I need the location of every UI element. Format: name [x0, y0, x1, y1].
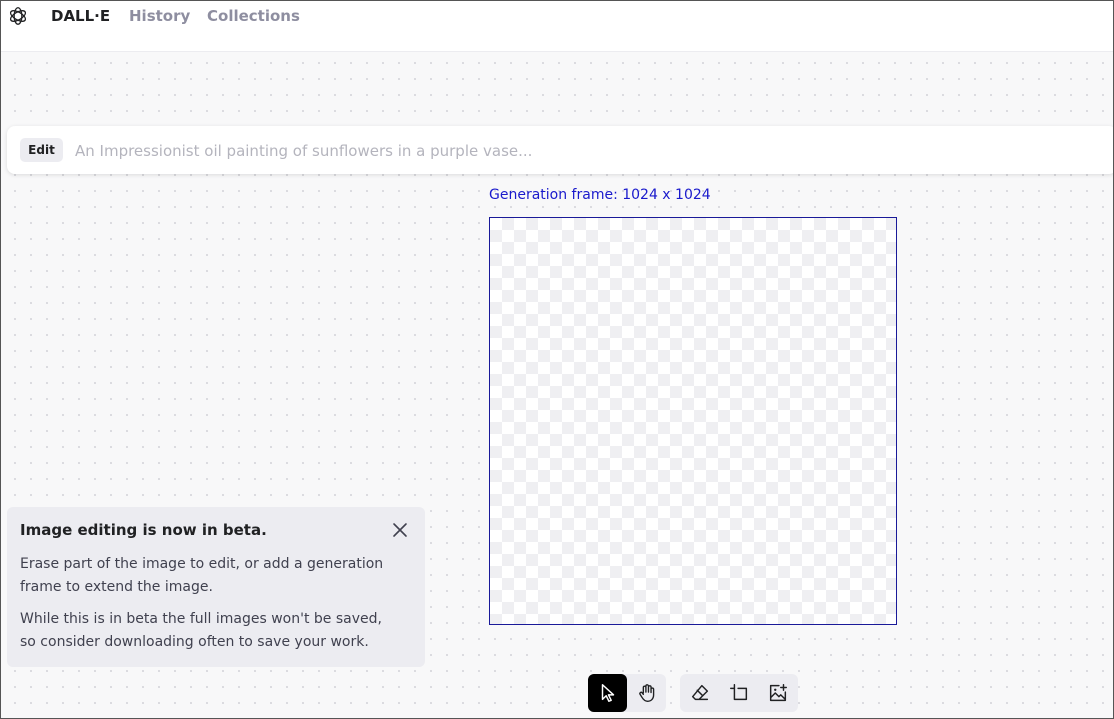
eraser-tool-button[interactable] [680, 674, 719, 712]
beta-notice-text: While this is in beta the full images wo… [20, 611, 382, 650]
select-tool-button[interactable] [588, 674, 627, 712]
edit-mode-chip: Edit [20, 138, 63, 162]
generation-frame-label: Generation frame: 1024 x 1024 [489, 187, 711, 203]
close-icon[interactable] [391, 521, 409, 539]
add-generation-frame-icon [729, 684, 747, 701]
top-navigation: DALL·E History Collections [1, 1, 1113, 52]
eraser-icon [691, 684, 708, 701]
beta-notice-text: Erase part of the image to edit, or add … [20, 556, 384, 595]
pan-tool-button[interactable] [627, 674, 666, 712]
beta-notice-title: Image editing is now in beta. [20, 521, 267, 539]
generation-frame[interactable] [489, 217, 897, 625]
nav-dalle-home[interactable]: DALL·E [51, 7, 110, 25]
prompt-input[interactable] [73, 136, 1077, 166]
beta-notice-card: Image editing is now in beta. Erase part… [7, 507, 425, 667]
editing-tools [680, 674, 798, 712]
upload-image-tool-button[interactable] [758, 674, 797, 712]
nav-history[interactable]: History [129, 7, 190, 25]
prompt-bar: Edit [7, 126, 1113, 174]
pan-hand-icon [638, 684, 654, 702]
nav-collections[interactable]: Collections [207, 7, 300, 25]
select-pointer-icon [601, 684, 614, 702]
navigation-tools [588, 674, 666, 712]
app-window: DALL·E History Collections Edit Generati… [0, 0, 1114, 719]
add-frame-tool-button[interactable] [719, 674, 758, 712]
openai-logo-icon[interactable] [7, 5, 29, 27]
upload-image-icon [769, 684, 787, 702]
